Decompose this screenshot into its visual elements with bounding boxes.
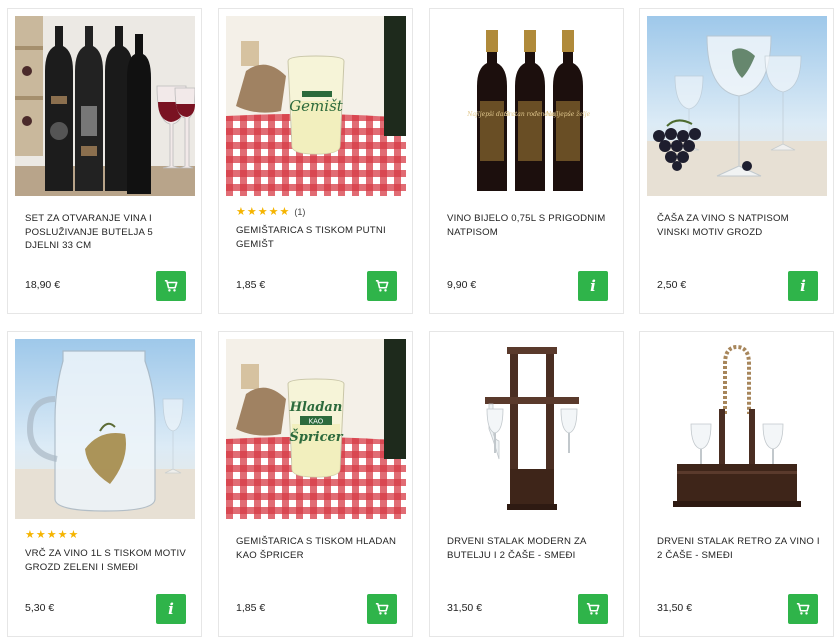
star-icon: ★	[246, 206, 257, 218]
product-title[interactable]: ČAŠA ZA VINO S NATPISOM VINSKI MOTIV GRO…	[657, 212, 822, 239]
bottle-label-text: Najljepše želje	[545, 111, 591, 118]
cart-icon	[375, 279, 389, 292]
product-price: 1,85 €	[236, 279, 266, 291]
cart-icon	[586, 602, 600, 615]
star-icon: ★	[257, 206, 268, 218]
product-image[interactable]	[647, 16, 827, 196]
star-icon: ★	[46, 529, 57, 541]
product-price: 1,85 €	[236, 602, 266, 614]
product-card[interactable]: DRVENI STALAK RETRO ZA VINO I 2 ČAŠE - s…	[639, 331, 834, 637]
product-card[interactable]: Hladan KAO Špricer GEMIŠTARICA S TISKOM …	[218, 331, 413, 637]
product-image[interactable]	[437, 339, 617, 519]
product-price: 18,90 €	[25, 279, 61, 291]
add-to-cart-button[interactable]	[367, 271, 397, 301]
product-rating[interactable]: ★ ★ ★ ★ ★ (1)	[236, 206, 305, 218]
product-title[interactable]: VRČ ZA VINO 1L S TISKOM MOTIV GROZD ZELE…	[25, 547, 190, 574]
info-button[interactable]: i	[578, 271, 608, 301]
star-icon: ★	[279, 206, 290, 218]
info-button[interactable]: i	[156, 594, 186, 624]
add-to-cart-button[interactable]	[156, 271, 186, 301]
product-title[interactable]: DRVENI STALAK RETRO ZA VINO I 2 ČAŠE - s…	[657, 535, 822, 562]
product-title[interactable]: SET ZA OTVARANJE VINA I POSLUŽIVANJE BUT…	[25, 212, 190, 253]
glass-print-text: KAO	[309, 418, 324, 426]
star-icon: ★	[268, 206, 279, 218]
add-to-cart-button[interactable]	[367, 594, 397, 624]
info-button[interactable]: i	[788, 271, 818, 301]
info-icon: i	[800, 276, 806, 295]
product-image[interactable]	[647, 339, 827, 519]
star-icon: ★	[68, 529, 79, 541]
product-price: 31,50 €	[657, 602, 693, 614]
glass-print-text: Gemišt	[289, 97, 344, 115]
product-price: 9,90 €	[447, 279, 477, 291]
product-image[interactable]: Gemišt	[226, 16, 406, 196]
product-title[interactable]: VINO BIJELO 0,75L S PRIGODNIM NATPISOM	[447, 212, 612, 239]
product-card[interactable]: ČAŠA ZA VINO S NATPISOM VINSKI MOTIV GRO…	[639, 8, 834, 314]
product-image[interactable]: Najljepši dani ... Sretan rođendan Najlj…	[437, 16, 617, 196]
product-card[interactable]: Gemišt ★ ★ ★ ★ ★ (1) GEMIŠTARICA S TISKO…	[218, 8, 413, 314]
add-to-cart-button[interactable]	[788, 594, 818, 624]
product-price: 5,30 €	[25, 602, 55, 614]
product-price: 31,50 €	[447, 602, 483, 614]
product-price: 2,50 €	[657, 279, 687, 291]
info-icon: i	[590, 276, 596, 295]
star-icon: ★	[57, 529, 68, 541]
star-icon: ★	[35, 529, 46, 541]
star-icon: ★	[25, 529, 35, 541]
cart-icon	[164, 279, 178, 292]
product-card[interactable]: DRVENI STALAK MODERN ZA BUTELJU I 2 ČAŠE…	[429, 331, 624, 637]
product-title[interactable]: DRVENI STALAK MODERN ZA BUTELJU I 2 ČAŠE…	[447, 535, 612, 562]
info-icon: i	[168, 599, 174, 618]
product-card[interactable]: ★ ★ ★ ★ ★ VRČ ZA VINO 1L S TISKOM MOTIV …	[7, 331, 202, 637]
star-icon: ★	[236, 206, 246, 218]
product-rating[interactable]: ★ ★ ★ ★ ★	[25, 529, 78, 541]
product-image[interactable]: Hladan KAO Špricer	[226, 339, 406, 519]
product-card[interactable]: SET ZA OTVARANJE VINA I POSLUŽIVANJE BUT…	[7, 8, 202, 314]
cart-icon	[796, 602, 810, 615]
review-count: (1)	[294, 207, 306, 217]
product-card[interactable]: Najljepši dani ... Sretan rođendan Najlj…	[429, 8, 624, 314]
add-to-cart-button[interactable]	[578, 594, 608, 624]
glass-print-text: Špricer	[289, 428, 343, 445]
cart-icon	[375, 602, 389, 615]
product-title[interactable]: GEMIŠTARICA S TISKOM PUTNI GEMIŠT	[236, 224, 401, 251]
glass-print-text: Hladan	[289, 400, 343, 415]
product-image[interactable]	[15, 339, 195, 519]
product-title[interactable]: GEMIŠTARICA S TISKOM HLADAN KAO ŠPRICER	[236, 535, 401, 562]
product-image[interactable]	[15, 16, 195, 196]
